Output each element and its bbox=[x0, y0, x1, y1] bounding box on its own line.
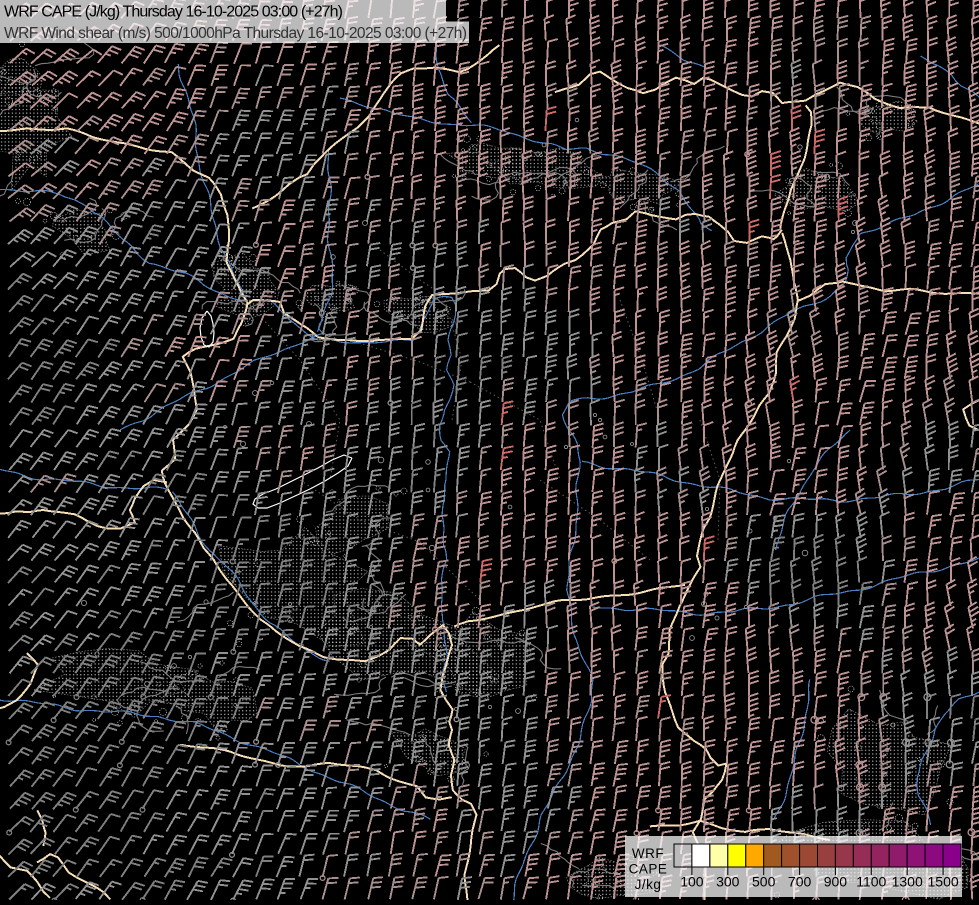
svg-text:700: 700 bbox=[788, 874, 812, 890]
svg-text:1300: 1300 bbox=[892, 874, 923, 890]
svg-text:WRF Wind shear (m/s) 500/1000h: WRF Wind shear (m/s) 500/1000hPa Thursda… bbox=[4, 25, 467, 42]
svg-text:WRF CAPE (J/kg) Thursday 16-10: WRF CAPE (J/kg) Thursday 16-10-2025 03:0… bbox=[4, 4, 343, 21]
svg-text:J/kg: J/kg bbox=[635, 877, 662, 892]
svg-text:CAPE: CAPE bbox=[629, 862, 668, 877]
svg-text:1500: 1500 bbox=[928, 874, 959, 890]
svg-text:900: 900 bbox=[824, 874, 848, 890]
svg-text:500: 500 bbox=[752, 874, 776, 890]
svg-text:300: 300 bbox=[716, 874, 740, 890]
svg-text:1100: 1100 bbox=[856, 874, 886, 890]
svg-text:WRF: WRF bbox=[632, 846, 664, 861]
svg-text:100: 100 bbox=[680, 874, 704, 890]
